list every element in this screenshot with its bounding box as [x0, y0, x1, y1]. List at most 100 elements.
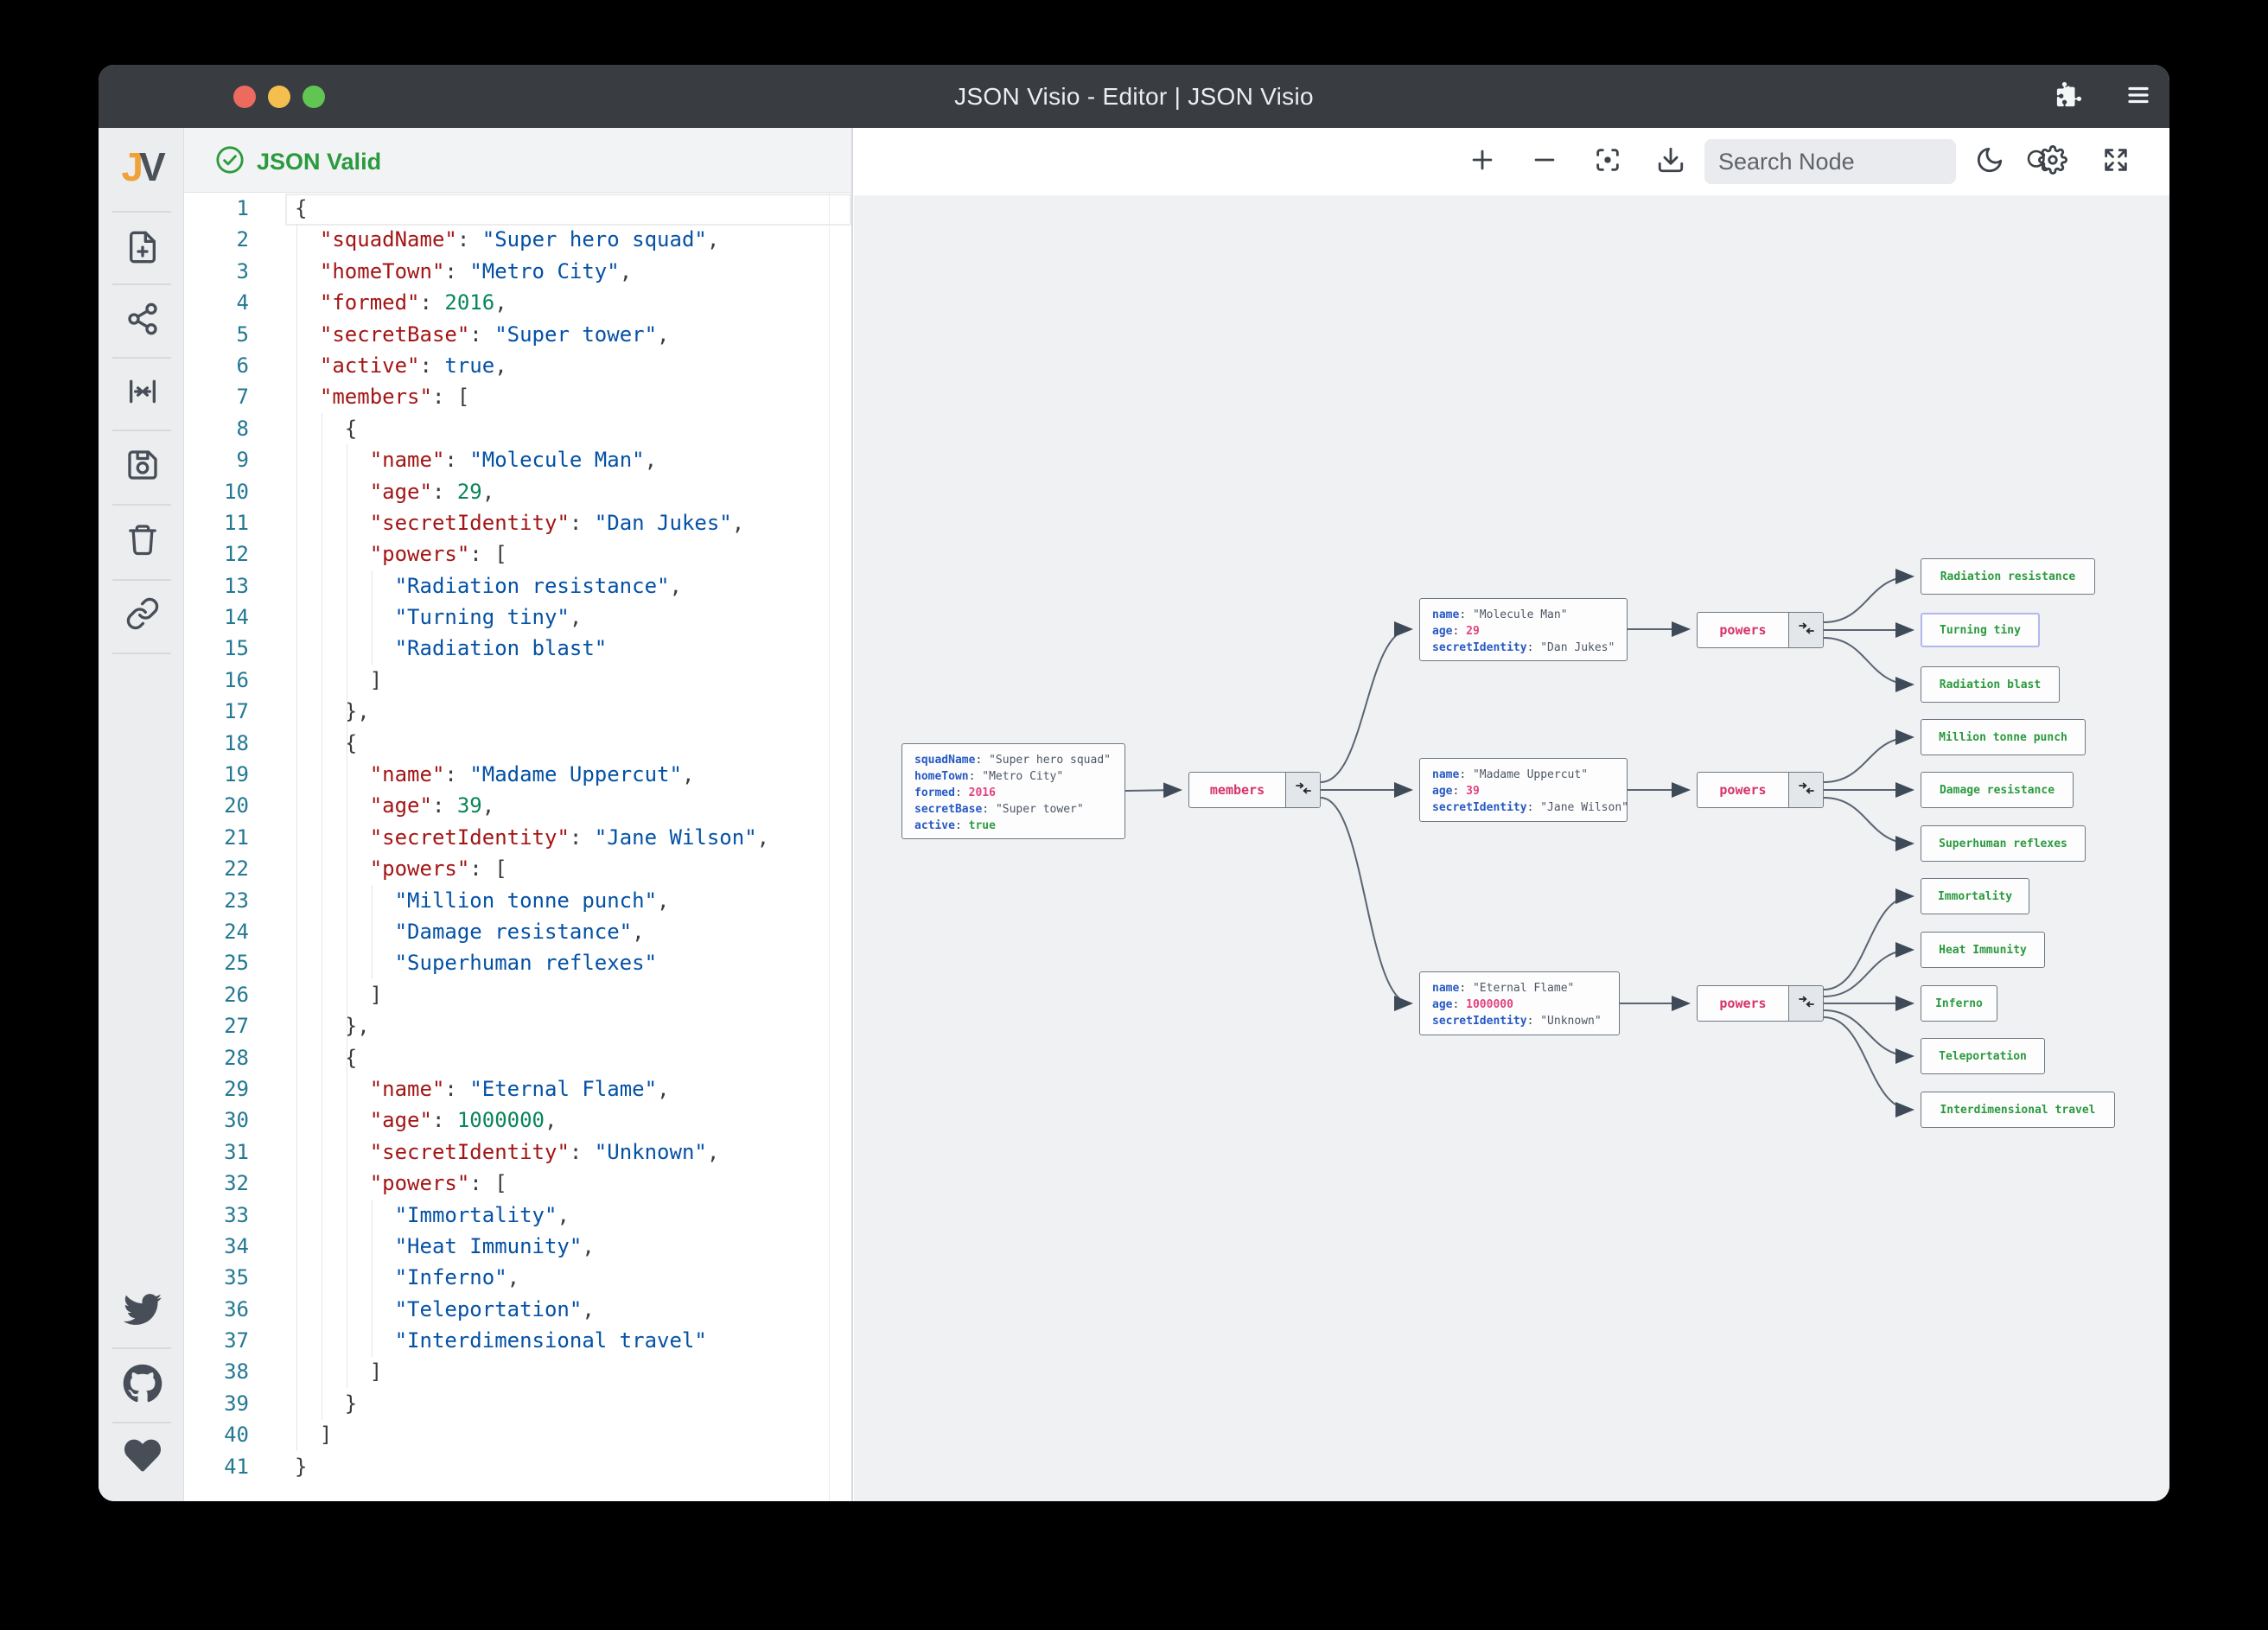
array-node-label: members — [1209, 782, 1265, 798]
center-layout-button[interactable] — [122, 372, 163, 414]
code-line[interactable]: "Damage resistance", — [295, 916, 769, 947]
code-line[interactable]: "Radiation resistance", — [295, 570, 769, 602]
delete-button[interactable] — [122, 520, 163, 562]
link-button[interactable] — [122, 595, 163, 636]
code-line[interactable]: "powers": [ — [295, 538, 769, 570]
graph-edge — [1823, 729, 1914, 783]
code-line[interactable]: }, — [295, 1010, 769, 1041]
code-line[interactable]: } — [295, 1451, 769, 1482]
graph-node-leaf-million-tonne-punch[interactable]: Million tonne punch — [1921, 719, 2086, 755]
graph-node-leaf-interdimensional-travel[interactable]: Interdimensional travel — [1921, 1092, 2115, 1128]
graph-node-root[interactable]: squadName: "Super hero squad" homeTown: "… — [901, 743, 1125, 839]
collapse-node-button[interactable] — [1788, 613, 1823, 647]
code-line[interactable]: "secretIdentity": "Dan Jukes", — [295, 507, 769, 538]
graph-node-leaf-superhuman-reflexes[interactable]: Superhuman reflexes — [1921, 825, 2086, 862]
code-line[interactable]: "Superhuman reflexes" — [295, 947, 769, 978]
code-line[interactable]: "secretIdentity": "Unknown", — [295, 1137, 769, 1168]
graph-node-member-3[interactable]: name: "Eternal Flame" age: 1000000 secretI… — [1419, 971, 1620, 1035]
collapse-node-button[interactable] — [1788, 773, 1823, 807]
graph-node-leaf-radiation-resistance[interactable]: Radiation resistance — [1921, 558, 2095, 595]
fullscreen-button[interactable] — [2099, 145, 2132, 178]
line-number: 8 — [236, 416, 249, 441]
graph-node-powers-1[interactable]: powers — [1697, 612, 1824, 648]
code-line[interactable]: "age": 39, — [295, 790, 769, 821]
settings-button[interactable] — [2036, 144, 2069, 178]
code-line[interactable]: ] — [295, 1356, 769, 1387]
code-line[interactable]: "name": "Madame Uppercut", — [295, 759, 769, 790]
json-editor[interactable]: 1 2 3 4 5 6 7 8 9 10 11 12 13 14 15 16 17 18 19 20 21 22 23 24 2… — [184, 193, 853, 1501]
browser-menu-button[interactable] — [2122, 80, 2155, 113]
github-button[interactable] — [122, 1364, 163, 1406]
graph-canvas[interactable]: squadName: "Super hero squad" homeTown: "… — [854, 128, 2169, 1501]
sponsor-button[interactable] — [122, 1436, 163, 1478]
code-line[interactable]: ] — [295, 979, 769, 1010]
code-line[interactable]: "Million tonne punch", — [295, 885, 769, 916]
graph-node-leaf-inferno[interactable]: Inferno — [1921, 985, 1997, 1022]
node-row: name: "Madame Uppercut" — [1432, 768, 1589, 781]
code-line[interactable]: "powers": [ — [295, 853, 769, 884]
extensions-button[interactable] — [2052, 80, 2085, 113]
code-line[interactable]: "secretBase": "Super tower", — [295, 319, 769, 350]
code-line[interactable]: "name": "Eternal Flame", — [295, 1073, 769, 1105]
code-line[interactable]: "Immortality", — [295, 1200, 769, 1231]
code-line[interactable]: "active": true, — [295, 350, 769, 381]
code-line[interactable]: "Radiation blast" — [295, 633, 769, 664]
graph-node-leaf-turning-tiny[interactable]: Turning tiny — [1921, 613, 2040, 647]
graph-node-member-1[interactable]: name: "Molecule Man" age: 29 secretIdentit… — [1419, 598, 1628, 661]
code-line[interactable]: ] — [295, 1419, 769, 1450]
twitter-button[interactable] — [122, 1290, 163, 1332]
save-button[interactable] — [122, 446, 163, 487]
code-line[interactable]: "members": [ — [295, 381, 769, 412]
code-line[interactable]: "age": 1000000, — [295, 1105, 769, 1136]
collapse-arrows-icon — [1295, 780, 1312, 800]
graph-node-leaf-heat-immunity[interactable]: Heat Immunity — [1921, 932, 2045, 968]
code-line[interactable]: { — [295, 193, 769, 224]
app-logo[interactable]: JV — [99, 143, 184, 190]
zoom-out-button[interactable] — [1528, 145, 1561, 178]
line-number: 28 — [224, 1045, 249, 1070]
code-line[interactable]: "Turning tiny", — [295, 602, 769, 633]
code-line[interactable]: ] — [295, 665, 769, 696]
theme-toggle-button[interactable] — [1973, 145, 2006, 178]
line-number: 5 — [236, 322, 249, 347]
center-view-button[interactable] — [1591, 145, 1624, 178]
graph-node-powers-2[interactable]: powers — [1697, 772, 1824, 808]
code-line[interactable]: "Teleportation", — [295, 1294, 769, 1325]
line-number: 10 — [224, 479, 249, 504]
code-area[interactable]: { "squadName": "Super hero squad", "home… — [295, 193, 769, 1482]
graph-node-members[interactable]: members — [1188, 772, 1321, 808]
node-row: secretIdentity: "Dan Jukes" — [1432, 641, 1615, 654]
code-line[interactable]: } — [295, 1388, 769, 1419]
code-line[interactable]: { — [295, 728, 769, 759]
graph-node-leaf-radiation-blast[interactable]: Radiation blast — [1921, 666, 2060, 703]
chain-link-icon — [125, 596, 160, 635]
line-number: 16 — [224, 667, 249, 692]
code-line[interactable]: "name": "Molecule Man", — [295, 444, 769, 475]
code-line[interactable]: "squadName": "Super hero squad", — [295, 224, 769, 255]
graph-node-leaf-teleportation[interactable]: Teleportation — [1921, 1038, 2045, 1074]
code-line[interactable]: "Interdimensional travel" — [295, 1325, 769, 1356]
new-document-button[interactable] — [122, 228, 163, 270]
collapse-node-button[interactable] — [1788, 986, 1823, 1021]
line-number: 7 — [236, 385, 249, 410]
graph-edge — [1823, 797, 1914, 851]
code-line[interactable]: "formed": 2016, — [295, 287, 769, 318]
share-button[interactable] — [122, 300, 163, 341]
zoom-in-button[interactable] — [1466, 145, 1499, 178]
code-line[interactable]: "powers": [ — [295, 1168, 769, 1199]
code-line[interactable]: "homeTown": "Metro City", — [295, 256, 769, 287]
code-line[interactable]: "Heat Immunity", — [295, 1231, 769, 1262]
code-line[interactable]: { — [295, 1042, 769, 1073]
graph-node-leaf-immortality[interactable]: Immortality — [1921, 878, 2029, 914]
graph-node-leaf-damage-resistance[interactable]: Damage resistance — [1921, 772, 2074, 808]
code-line[interactable]: "Inferno", — [295, 1262, 769, 1293]
collapse-node-button[interactable] — [1285, 773, 1320, 807]
leaf-node-label: Immortality — [1937, 889, 2013, 903]
code-line[interactable]: "secretIdentity": "Jane Wilson", — [295, 822, 769, 853]
graph-node-member-2[interactable]: name: "Madame Uppercut" age: 39 secretIden… — [1419, 758, 1628, 822]
code-line[interactable]: "age": 29, — [295, 476, 769, 507]
download-button[interactable] — [1654, 145, 1687, 178]
code-line[interactable]: }, — [295, 696, 769, 727]
code-line[interactable]: { — [295, 413, 769, 444]
graph-node-powers-3[interactable]: powers — [1697, 985, 1824, 1022]
